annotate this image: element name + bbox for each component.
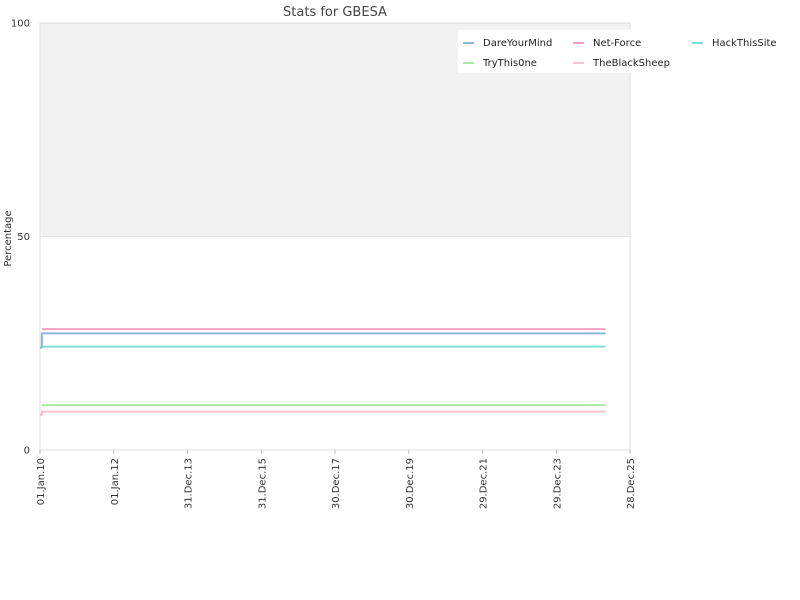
- legend-label: Net-Force: [593, 38, 641, 49]
- legend-label: TryThis0ne: [482, 58, 537, 69]
- x-tick-label: 29.Dec.21: [479, 458, 490, 509]
- x-tick-label: 30.Dec.17: [331, 458, 342, 509]
- x-tick-label: 31.Dec.15: [257, 458, 268, 509]
- x-tick-label: 28.Dec.25: [626, 458, 637, 509]
- y-axis-label: Percentage: [3, 210, 14, 266]
- series-line-theblacksheep: [40, 410, 606, 416]
- series-line-dareyourmind: [40, 332, 606, 349]
- x-tick-label: 30.Dec.19: [405, 458, 416, 509]
- chart-title: Stats for GBESA: [283, 5, 387, 20]
- x-tick-label: 29.Dec.23: [552, 458, 563, 509]
- y-tick-label: 100: [11, 19, 30, 30]
- legend-label: HackThisSite: [712, 38, 777, 49]
- legend-label: TheBlackSheep: [592, 58, 670, 69]
- x-tick-label: 31.Dec.13: [184, 458, 195, 509]
- x-tick-label: 01.Jan.12: [110, 458, 121, 505]
- y-tick-label: 0: [24, 446, 30, 457]
- y-tick-label: 50: [17, 232, 30, 243]
- legend-label: DareYourMind: [483, 38, 552, 49]
- x-tick-label: 01.Jan.10: [36, 458, 47, 505]
- legend: DareYourMind Net-Force HackThisSite TryThis…: [458, 30, 788, 73]
- chart: 0 50 100 01.Jan.10 01.Jan.12 31.Dec.13 31.Dec…: [3, 5, 788, 509]
